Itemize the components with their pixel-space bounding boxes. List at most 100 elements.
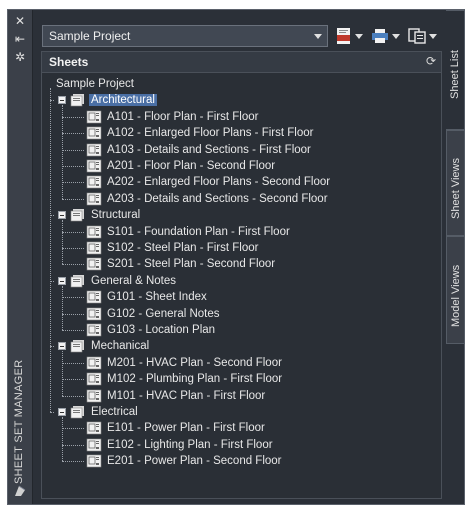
tree-connector	[62, 133, 84, 135]
sheet-icon	[86, 159, 102, 173]
panel-title: Sheets	[49, 55, 89, 69]
sheet-selections-icon	[408, 28, 426, 44]
tree-sheet-item-label: E201 - Power Plan - Second Floor	[107, 455, 282, 468]
tree-connector	[62, 285, 63, 330]
sheets-panel: Sheets ⟳ Sample Project Architectural A101…	[41, 51, 442, 499]
project-select[interactable]: Sample Project	[42, 25, 328, 47]
collapse-toggle-icon[interactable]	[58, 408, 66, 416]
sheet-icon	[86, 454, 102, 468]
subset-icon	[70, 274, 84, 288]
tree-subset[interactable]: General & Notes	[70, 273, 178, 289]
autohide-icon[interactable]: ⇤	[13, 32, 27, 46]
tree-sheet-item[interactable]: A102 - Enlarged Floor Plans - First Floo…	[86, 125, 315, 141]
project-select-value: Sample Project	[49, 29, 131, 43]
sheet-icon	[86, 323, 102, 337]
tree-sheet-item-label: A103 - Details and Sections - First Floo…	[107, 143, 311, 156]
collapse-toggle-icon[interactable]	[58, 211, 66, 220]
sheets-panel-header: Sheets ⟳	[42, 52, 441, 73]
sheet-icon	[86, 422, 102, 435]
sheet-icon	[86, 192, 102, 206]
publish-button[interactable]	[336, 26, 366, 46]
tree-sheet-item[interactable]: G102 - General Notes	[86, 306, 222, 322]
sheet-icon	[86, 143, 102, 156]
tree-sheet-item[interactable]: A203 - Details and Sections - Second Flo…	[86, 191, 330, 207]
tree-connector	[62, 198, 84, 200]
tree-sheet-item-label: A101 - Floor Plan - First Floor	[107, 110, 259, 123]
sheet-icon	[86, 438, 102, 452]
tree-sheet-item[interactable]: E201 - Power Plan - Second Floor	[86, 453, 284, 469]
sheet-icon	[86, 126, 102, 140]
tree-subset[interactable]: Structural	[70, 207, 142, 223]
tree-connector	[62, 428, 84, 430]
tree-sheet-item[interactable]: M201 - HVAC Plan - Second Floor	[86, 355, 284, 371]
toolbar: Sample Project	[42, 25, 464, 49]
tree-sheet-item[interactable]: A201 - Floor Plan - Second Floor	[86, 158, 277, 174]
tree-sheet-item-label: G102 - General Notes	[107, 307, 220, 320]
tree-sheet-item[interactable]: E101 - Power Plan - First Floor	[86, 420, 267, 436]
plot-button[interactable]	[371, 26, 401, 46]
tree-root[interactable]: Sample Project	[54, 76, 136, 92]
tab-sheet-list[interactable]: Sheet List	[446, 10, 465, 130]
collapse-toggle-icon[interactable]	[58, 276, 66, 285]
close-icon[interactable]: ✕	[13, 14, 27, 28]
tree-sheet-item-label: A203 - Details and Sections - Second Flo…	[107, 192, 328, 205]
tree-sheet-item[interactable]: A101 - Floor Plan - First Floor	[86, 109, 260, 125]
sheet-icon	[86, 176, 102, 189]
tree-sheet-item-label: G101 - Sheet Index	[107, 291, 207, 304]
sheet-icon	[86, 356, 102, 370]
tree-sheet-item[interactable]: A103 - Details and Sections - First Floo…	[86, 142, 313, 158]
palette-title-strip[interactable]: ✕ ⇤ ✲ SHEET SET MANAGER	[8, 10, 33, 504]
tree-sheet-item-label: M101 - HVAC Plan - First Floor	[107, 389, 266, 402]
tree-connector	[62, 297, 84, 299]
tree-sheet-item-label: A201 - Floor Plan - Second Floor	[107, 160, 276, 172]
tree-sheet-item[interactable]: A202 - Enlarged Floor Plans - Second Flo…	[86, 174, 332, 190]
tab-label: Sheet List	[449, 50, 461, 99]
tree-sheet-item[interactable]: M101 - HVAC Plan - First Floor	[86, 388, 267, 404]
tree-sheet-item[interactable]: S101 - Foundation Plan - First Floor	[86, 224, 292, 240]
sheet-selections-button[interactable]	[408, 26, 438, 46]
tree-sheet-item[interactable]: S102 - Steel Plan - First Floor	[86, 240, 260, 256]
tree-sheet-item-label: E102 - Lighting Plan - First Floor	[107, 438, 273, 451]
tree-sheet-item[interactable]: M102 - Plumbing Plan - First Floor	[86, 371, 284, 387]
tree-subset-label: Structural	[91, 209, 141, 222]
tree-subset[interactable]: Architectural	[70, 92, 157, 108]
tree-subset-label: Mechanical	[91, 340, 150, 353]
sheet-icon	[86, 258, 102, 271]
tree-sheet-item[interactable]: G101 - Sheet Index	[86, 289, 209, 305]
tree-connector	[62, 182, 84, 184]
tree-connector	[50, 346, 54, 348]
tree-connector	[50, 100, 54, 102]
sheet-icon	[86, 389, 102, 402]
collapse-toggle-icon[interactable]	[58, 342, 66, 351]
chevron-down-icon	[392, 33, 400, 39]
tree-sheet-item[interactable]: E102 - Lighting Plan - First Floor	[86, 437, 275, 453]
tree-connector	[62, 105, 63, 199]
properties-icon[interactable]: ✲	[13, 50, 27, 64]
tree-sheet-item[interactable]: G103 - Location Plan	[86, 322, 217, 338]
tree-subset[interactable]: Electrical	[70, 404, 140, 420]
tree-sheet-item-label: G103 - Location Plan	[107, 324, 216, 336]
tree-connector	[62, 461, 84, 463]
tab-model-views[interactable]: Model Views	[446, 236, 465, 344]
subset-icon	[70, 209, 84, 222]
tree-subset[interactable]: Mechanical	[70, 338, 151, 354]
tree-root-label: Sample Project	[56, 78, 134, 90]
tree-connector	[62, 417, 63, 462]
tree-connector	[62, 351, 63, 396]
collapse-toggle-icon[interactable]	[58, 96, 66, 105]
tree-connector	[62, 248, 84, 249]
tree-sheet-item[interactable]: S201 - Steel Plan - Second Floor	[86, 256, 277, 272]
chevron-down-icon	[355, 33, 363, 39]
subset-icon	[70, 406, 84, 419]
sheet-icon	[86, 307, 102, 320]
tab-sheet-views[interactable]: Sheet Views	[446, 130, 465, 236]
tree-connector	[62, 395, 84, 397]
tree-connector	[62, 330, 84, 331]
tree-connector	[62, 264, 84, 266]
tree-connector	[62, 116, 84, 118]
tree-sheet-item-label: A102 - Enlarged Floor Plans - First Floo…	[107, 127, 314, 140]
subset-icon	[70, 340, 84, 353]
chevron-down-icon	[429, 33, 437, 39]
refresh-icon[interactable]: ⟳	[426, 55, 436, 67]
tree-connector	[62, 166, 84, 167]
